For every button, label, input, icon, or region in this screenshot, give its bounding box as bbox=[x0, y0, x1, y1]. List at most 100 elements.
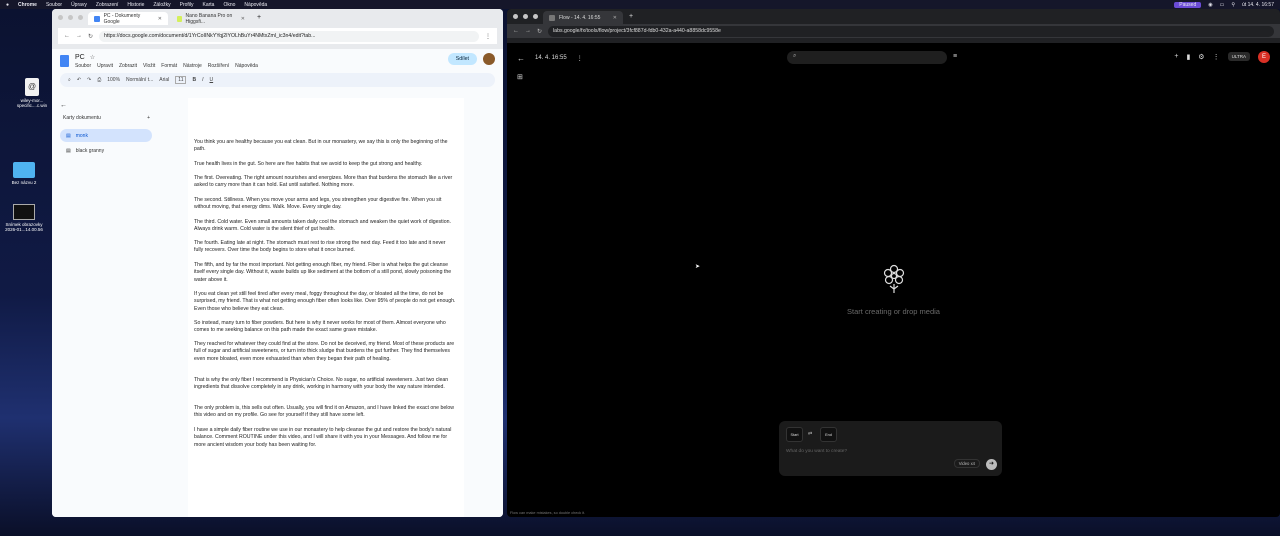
avatar[interactable] bbox=[483, 53, 495, 65]
menu-napoveda[interactable]: Nápověda bbox=[244, 2, 267, 8]
tab-docs[interactable]: PC - Dokumenty Google ✕ bbox=[88, 12, 168, 25]
underline-icon[interactable]: U bbox=[210, 77, 214, 83]
star-icon[interactable]: ☆ bbox=[90, 54, 95, 61]
more-icon[interactable]: ⋮ bbox=[1213, 53, 1220, 61]
window-close-button[interactable] bbox=[58, 14, 63, 20]
paragraph[interactable]: The fifth, and by far the most important… bbox=[194, 262, 456, 284]
close-icon[interactable]: ✕ bbox=[613, 15, 617, 21]
avatar[interactable]: E bbox=[1258, 51, 1270, 63]
undo-icon[interactable]: ↶ bbox=[77, 77, 81, 83]
tab-nano-banana[interactable]: Nano Banana Pro on Higgsfi... ✕ bbox=[171, 12, 251, 25]
search-input[interactable]: ⌕ bbox=[787, 51, 947, 64]
paragraph[interactable]: I have a simple daily fiber routine we u… bbox=[194, 427, 456, 449]
zoom-select[interactable]: 100% bbox=[107, 77, 120, 83]
document-title[interactable]: PC bbox=[75, 54, 85, 61]
paragraph[interactable]: If you eat clean yet still feel tired af… bbox=[194, 291, 456, 313]
italic-icon[interactable]: I bbox=[202, 77, 203, 83]
desktop-file-wiley[interactable]: @ wiley-mor... specific....c.win bbox=[10, 78, 54, 108]
new-tab-button[interactable]: + bbox=[257, 14, 261, 21]
close-icon[interactable]: ✕ bbox=[158, 16, 162, 22]
mode-select[interactable]: Video x4 bbox=[953, 459, 980, 468]
menu-zobrazeni[interactable]: Zobrazení bbox=[96, 2, 119, 8]
doc-tab-monk[interactable]: ▤ monk bbox=[60, 129, 152, 142]
menu-chrome[interactable]: Chrome bbox=[18, 2, 37, 8]
paragraph[interactable]: True health lives in the gut. So here ar… bbox=[194, 161, 456, 168]
paragraph[interactable]: They reached for whatever they could fin… bbox=[194, 341, 456, 363]
menu-zalozky[interactable]: Záložky bbox=[153, 2, 170, 8]
tab-flow[interactable]: Flow - 14. 4. 16:55 ✕ bbox=[543, 11, 623, 24]
extensions-icon[interactable]: ⋮ bbox=[485, 33, 491, 40]
share-button[interactable]: Sdílet bbox=[447, 53, 477, 65]
desktop-folder[interactable]: Bez názvu 2 bbox=[2, 162, 46, 185]
menu-item[interactable]: Nástroje bbox=[183, 63, 202, 69]
menu-item[interactable]: Formát bbox=[161, 63, 177, 69]
back-icon[interactable]: ← bbox=[513, 28, 519, 34]
doc-tab-black-granny[interactable]: ▤ black granny bbox=[60, 144, 152, 157]
menu-upravy[interactable]: Úpravy bbox=[71, 2, 87, 8]
menu-item[interactable]: Soubor bbox=[75, 63, 91, 69]
more-options-icon[interactable]: ⋮ bbox=[577, 55, 583, 62]
docs-logo-icon[interactable] bbox=[60, 55, 69, 67]
apple-icon[interactable]: ● bbox=[6, 2, 9, 8]
menu-item[interactable]: Vložit bbox=[143, 63, 155, 69]
search-icon[interactable]: ⚲ bbox=[1231, 2, 1235, 8]
menu-okno[interactable]: Okno bbox=[223, 2, 235, 8]
paragraph[interactable]: So instead, many turn to fiber powders. … bbox=[194, 320, 456, 335]
bold-icon[interactable]: B bbox=[192, 77, 196, 83]
menu-soubor[interactable]: Soubor bbox=[46, 2, 62, 8]
reload-icon[interactable]: ↻ bbox=[537, 28, 542, 35]
send-button[interactable]: ➜ bbox=[986, 459, 997, 470]
back-icon[interactable]: ← bbox=[64, 33, 70, 39]
menu-karta[interactable]: Karta bbox=[203, 2, 215, 8]
forward-icon[interactable]: → bbox=[525, 28, 531, 34]
back-arrow-icon[interactable]: ← bbox=[60, 102, 152, 109]
panel-icon[interactable]: ▮ bbox=[1186, 53, 1190, 61]
prompt-input[interactable]: What do you want to create? bbox=[786, 449, 847, 454]
paused-badge[interactable]: Paused bbox=[1174, 1, 1202, 8]
window-minimize-button[interactable] bbox=[68, 14, 73, 20]
add-tab-button[interactable]: + bbox=[147, 115, 150, 121]
url-field[interactable]: labs.google/fx/tools/flow/project/3fcf88… bbox=[548, 25, 1274, 37]
menu-profily[interactable]: Profily bbox=[180, 2, 194, 8]
font-select[interactable]: Arial bbox=[159, 77, 169, 83]
document-page[interactable]: You think you are healthy because you ea… bbox=[188, 98, 464, 517]
wifi-icon[interactable]: ◉ bbox=[1208, 2, 1212, 8]
battery-icon[interactable]: ▭ bbox=[1220, 2, 1225, 8]
paragraph[interactable]: The second. Stillness. When you move you… bbox=[194, 197, 456, 212]
redo-icon[interactable]: ↷ bbox=[87, 77, 91, 83]
window-zoom-button[interactable] bbox=[78, 14, 83, 20]
font-size-field[interactable]: 11 bbox=[175, 76, 187, 84]
paragraph[interactable]: The fourth. Eating late at night. The st… bbox=[194, 240, 456, 255]
menu-item[interactable]: Rozšíření bbox=[208, 63, 229, 69]
window-close-button[interactable] bbox=[513, 13, 518, 19]
clock[interactable]: út 14. 4. 16:57 bbox=[1242, 2, 1274, 8]
window-minimize-button[interactable] bbox=[523, 13, 528, 19]
swap-icon[interactable]: ⇄ bbox=[808, 431, 812, 437]
menu-item[interactable]: Upravit bbox=[97, 63, 113, 69]
url-field[interactable]: https://docs.google.com/document/d/1YrCo… bbox=[99, 30, 479, 42]
new-tab-button[interactable]: + bbox=[629, 13, 633, 20]
menu-item[interactable]: Zobrazit bbox=[119, 63, 137, 69]
grid-view-icon[interactable]: ⊞ bbox=[517, 73, 523, 81]
menu-item[interactable]: Nápověda bbox=[235, 63, 258, 69]
reload-icon[interactable]: ↻ bbox=[88, 33, 93, 40]
paragraph[interactable]: The only problem is, this sells out ofte… bbox=[194, 405, 456, 420]
style-select[interactable]: Normální t... bbox=[126, 77, 153, 83]
menu-historie[interactable]: Historie bbox=[127, 2, 144, 8]
add-icon[interactable]: + bbox=[1174, 53, 1178, 60]
desktop-screenshot[interactable]: Snímek obrazovky 2026-01...14.00.56 bbox=[2, 204, 46, 232]
project-title[interactable]: 14. 4. 16:55 bbox=[535, 55, 567, 61]
start-frame-button[interactable]: Start bbox=[786, 427, 803, 442]
filter-icon[interactable]: ≡ bbox=[953, 53, 957, 60]
close-icon[interactable]: ✕ bbox=[241, 16, 245, 22]
print-icon[interactable]: ⎙ bbox=[97, 77, 101, 83]
paragraph[interactable]: The third. Cold water. Even small amount… bbox=[194, 219, 456, 234]
paragraph[interactable]: You think you are healthy because you ea… bbox=[194, 139, 456, 154]
paragraph[interactable]: That is why the only fiber I recommend i… bbox=[194, 377, 456, 392]
gear-icon[interactable]: ⚙ bbox=[1198, 53, 1204, 61]
end-frame-button[interactable]: End bbox=[820, 427, 837, 442]
search-menus-icon[interactable]: ⌕ bbox=[68, 77, 71, 83]
window-zoom-button[interactable] bbox=[533, 13, 538, 19]
back-arrow-icon[interactable]: ← bbox=[517, 54, 525, 63]
forward-icon[interactable]: → bbox=[76, 33, 82, 39]
